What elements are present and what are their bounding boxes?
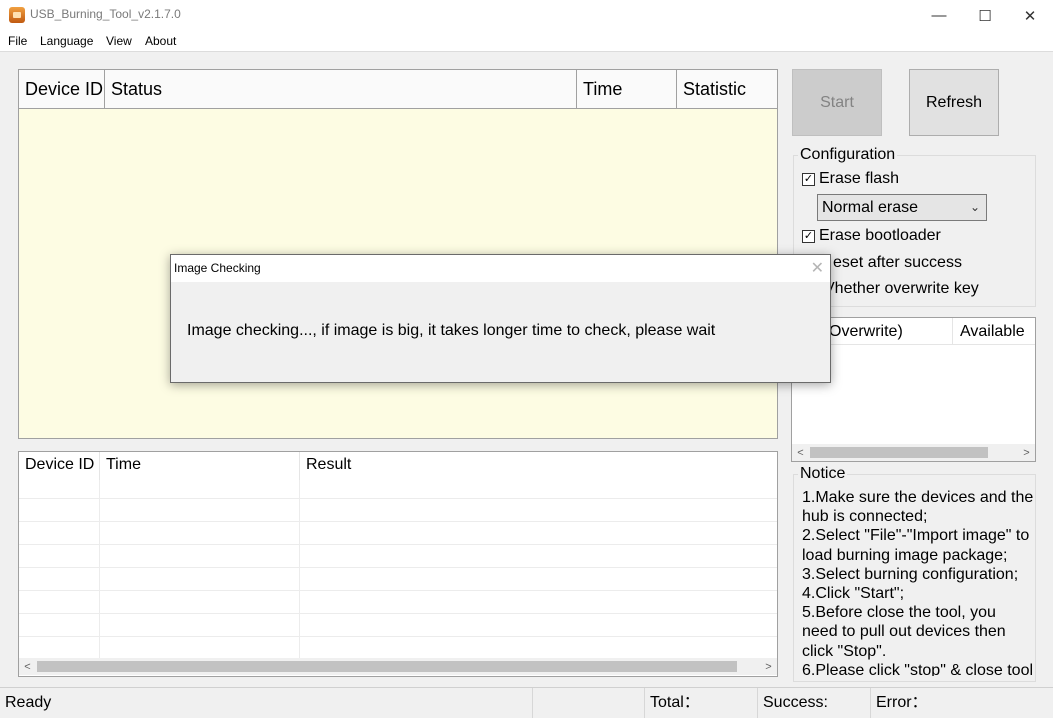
erase-flash-checkbox[interactable]: ✓ Erase flash bbox=[802, 170, 899, 188]
dialog-title-bar: Image Checking ✕ bbox=[171, 255, 830, 282]
refresh-button[interactable]: Refresh bbox=[909, 69, 999, 136]
table-row[interactable] bbox=[19, 498, 777, 521]
table-row[interactable] bbox=[19, 544, 777, 567]
table-row[interactable] bbox=[19, 521, 777, 544]
notice-text: 1.Make sure the devices and the hub is c… bbox=[802, 488, 1034, 676]
status-text: Ready bbox=[5, 694, 52, 711]
menu-bar: File Language View About bbox=[0, 31, 1053, 51]
erase-mode-value: Normal erase bbox=[822, 199, 919, 216]
key-column-overwrite[interactable]: Overwrite) bbox=[829, 323, 903, 341]
notice-body: 1.Make sure the devices and the hub is c… bbox=[802, 489, 1034, 676]
key-column-available[interactable]: Available bbox=[960, 323, 1025, 341]
checkbox-checked-icon[interactable]: ✓ bbox=[802, 229, 815, 243]
status-total: Total： bbox=[644, 688, 757, 718]
column-time[interactable]: Time bbox=[577, 70, 677, 109]
table-row[interactable] bbox=[19, 613, 777, 636]
scroll-right-icon[interactable]: > bbox=[760, 658, 777, 675]
erase-flash-label: Erase flash bbox=[819, 170, 900, 187]
result-table[interactable]: Device ID Time Result < > bbox=[18, 451, 778, 677]
dialog-close-icon[interactable]: ✕ bbox=[811, 258, 824, 278]
overwrite-key-label[interactable]: Vhether overwrite key bbox=[824, 280, 979, 298]
status-segment bbox=[532, 688, 644, 718]
result-column-result[interactable]: Result bbox=[300, 452, 777, 480]
image-checking-dialog: Image Checking ✕ Image checking..., if i… bbox=[170, 254, 831, 383]
maximize-button[interactable]: ☐ bbox=[962, 0, 1008, 31]
result-horizontal-scrollbar[interactable]: < > bbox=[19, 658, 777, 675]
result-column-time[interactable]: Time bbox=[100, 452, 300, 480]
key-column-divider bbox=[952, 318, 953, 345]
title-bar: USB_Burning_Tool_v2.1.7.0 — ☐ ✕ bbox=[0, 0, 1053, 31]
column-status[interactable]: Status bbox=[105, 70, 577, 109]
maximize-icon: ☐ bbox=[978, 7, 992, 25]
status-success: Success: bbox=[757, 688, 870, 718]
close-button[interactable]: ✕ bbox=[1007, 0, 1053, 31]
column-statistic[interactable]: Statistic bbox=[677, 70, 777, 109]
checkbox-checked-icon[interactable]: ✓ bbox=[802, 172, 815, 186]
menu-view[interactable]: View bbox=[106, 34, 132, 48]
erase-mode-select[interactable]: Normal erase ⌄ bbox=[817, 194, 987, 221]
minimize-icon: — bbox=[931, 7, 947, 24]
key-horizontal-scrollbar[interactable]: < > bbox=[792, 444, 1035, 461]
start-button[interactable]: Start bbox=[792, 69, 882, 136]
table-row[interactable] bbox=[19, 590, 777, 613]
menu-about[interactable]: About bbox=[145, 34, 176, 48]
table-row[interactable] bbox=[19, 636, 777, 659]
erase-bootloader-label: Erase bootloader bbox=[819, 227, 941, 244]
status-error: Error： bbox=[870, 688, 1053, 718]
scroll-thumb[interactable] bbox=[37, 661, 737, 672]
menu-language[interactable]: Language bbox=[40, 34, 93, 48]
minimize-button[interactable]: — bbox=[916, 0, 962, 31]
notice-title: Notice bbox=[798, 465, 848, 483]
scroll-thumb[interactable] bbox=[810, 447, 988, 458]
menu-file[interactable]: File bbox=[8, 34, 27, 48]
dialog-message: Image checking..., if image is big, it t… bbox=[187, 322, 716, 339]
configuration-title: Configuration bbox=[798, 146, 898, 164]
erase-bootloader-checkbox[interactable]: ✓ Erase bootloader bbox=[802, 227, 941, 245]
table-row[interactable] bbox=[19, 567, 777, 590]
app-icon bbox=[9, 7, 25, 23]
dialog-title: Image Checking bbox=[174, 261, 261, 275]
close-icon: ✕ bbox=[1023, 7, 1037, 25]
scroll-right-icon[interactable]: > bbox=[1018, 444, 1035, 461]
scroll-left-icon[interactable]: < bbox=[792, 444, 809, 461]
status-bar: Ready Total： Success: Error： bbox=[0, 687, 1053, 718]
column-device-id[interactable]: Device ID bbox=[19, 70, 105, 109]
device-table-header: Device ID Status Time Statistic bbox=[19, 70, 777, 109]
scroll-left-icon[interactable]: < bbox=[19, 658, 36, 675]
chevron-down-icon: ⌄ bbox=[969, 200, 980, 214]
result-column-device-id[interactable]: Device ID bbox=[19, 452, 100, 480]
window-title: USB_Burning_Tool_v2.1.7.0 bbox=[30, 7, 181, 21]
reset-after-success-label[interactable]: eset after success bbox=[833, 254, 962, 272]
